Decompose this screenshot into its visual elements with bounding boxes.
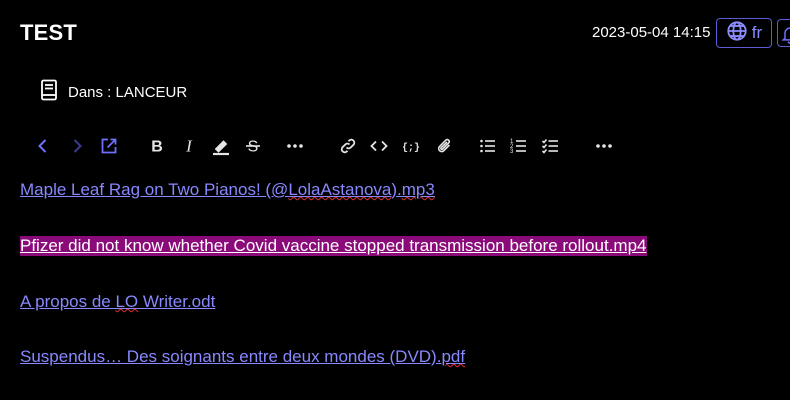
note-datetime: 2023-05-04 14:15 — [592, 24, 711, 41]
link-text: A propos de — [20, 292, 116, 311]
attachment-link[interactable]: Maple Leaf Rag on Two Pianos! (@LolaAsta… — [20, 180, 435, 200]
globe-icon — [726, 20, 748, 47]
svg-text:3: 3 — [510, 149, 514, 155]
external-edit-button[interactable] — [96, 133, 122, 159]
svg-text:B: B — [151, 139, 163, 156]
code-block-button[interactable]: {;} — [398, 133, 424, 159]
link-text: Maple Leaf Rag on Two Pianos! (@ — [20, 180, 289, 199]
forward-button[interactable] — [64, 133, 90, 159]
strikethrough-button[interactable]: S — [240, 133, 266, 159]
more-formatting-button[interactable] — [282, 133, 308, 159]
svg-text:S: S — [248, 139, 259, 156]
attachment-link[interactable]: Pfizer did not know whether Covid vaccin… — [20, 236, 647, 256]
highlight-button[interactable] — [208, 133, 234, 159]
spellcheck-word: LolaAstanova — [288, 180, 392, 199]
inline-code-button[interactable] — [366, 133, 392, 159]
link-text: ). — [391, 180, 402, 199]
notebook-location[interactable]: Dans : LANCEUR — [40, 79, 187, 105]
svg-text:{;}: {;} — [402, 142, 420, 154]
language-button[interactable]: fr — [716, 18, 772, 48]
spellcheck-word: pdf — [441, 347, 466, 366]
back-button[interactable] — [30, 133, 56, 159]
insert-link-button[interactable] — [335, 133, 361, 159]
note-editor: TEST 2023-05-04 14:15 fr Dans: LANCEUR … — [0, 0, 790, 400]
alarm-button[interactable] — [777, 19, 790, 47]
checklist-button[interactable] — [538, 133, 564, 159]
note-title[interactable]: TEST — [20, 20, 77, 46]
numbered-list-button[interactable]: 1 2 3 — [506, 133, 532, 159]
bullet-list-button[interactable] — [475, 133, 501, 159]
editor-toolbar: B I S {;} 1 2 3 — [30, 133, 630, 159]
more-options-button[interactable] — [591, 133, 617, 159]
svg-text:I: I — [185, 137, 193, 156]
attachment-link[interactable]: Suspendus… Des soignants entre deux mond… — [20, 347, 465, 367]
link-text: Suspendus… Des soignants entre deux mond… — [20, 347, 442, 366]
notebook-icon — [40, 79, 58, 105]
language-code: fr — [751, 23, 763, 42]
bold-button[interactable]: B — [144, 133, 170, 159]
italic-button[interactable]: I — [176, 133, 202, 159]
attach-file-button[interactable] — [432, 133, 458, 159]
link-text: Writer.odt — [138, 292, 216, 311]
spellcheck-word: LO — [115, 292, 139, 311]
spellcheck-word: mp3 — [401, 180, 435, 199]
location-label: Dans : LANCEUR — [68, 83, 188, 101]
attachment-link[interactable]: A propos de LO Writer.odt — [20, 292, 215, 312]
